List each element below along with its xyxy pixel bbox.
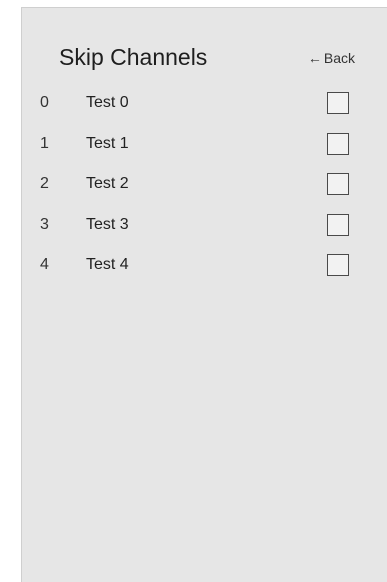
channel-list: 0 Test 0 1 Test 1 2 Test 2 3 Test 3 4 Te… [22, 91, 387, 294]
channel-row: 2 Test 2 [22, 172, 387, 213]
channel-name: Test 4 [86, 256, 129, 273]
channel-number: 3 [40, 215, 49, 233]
skip-checkbox[interactable] [327, 92, 349, 114]
channel-name: Test 2 [86, 175, 129, 192]
channel-row: 0 Test 0 [22, 91, 387, 132]
skip-checkbox[interactable] [327, 213, 349, 236]
skip-checkbox[interactable] [327, 132, 349, 155]
channel-row: 1 Test 1 [22, 132, 387, 173]
skip-channels-panel: Skip Channels ← Back 0 Test 0 1 Test 1 2 … [21, 7, 387, 582]
skip-checkbox[interactable] [327, 254, 349, 276]
skip-checkbox[interactable] [327, 173, 349, 195]
channel-row: 4 Test 4 [22, 253, 387, 294]
channel-number: 4 [40, 256, 49, 273]
channel-number: 0 [40, 94, 49, 111]
back-arrow-icon: ← [307, 50, 322, 66]
channel-number: 1 [40, 134, 49, 152]
back-label: Back [323, 50, 355, 66]
channel-name: Test 0 [86, 94, 129, 111]
page-title: Skip Channels [59, 44, 208, 70]
channel-row: 3 Test 3 [22, 213, 387, 254]
channel-name: Test 1 [86, 134, 129, 152]
channel-number: 2 [40, 175, 49, 192]
back-button[interactable]: ← Back [308, 50, 355, 66]
channel-name: Test 3 [86, 215, 129, 233]
